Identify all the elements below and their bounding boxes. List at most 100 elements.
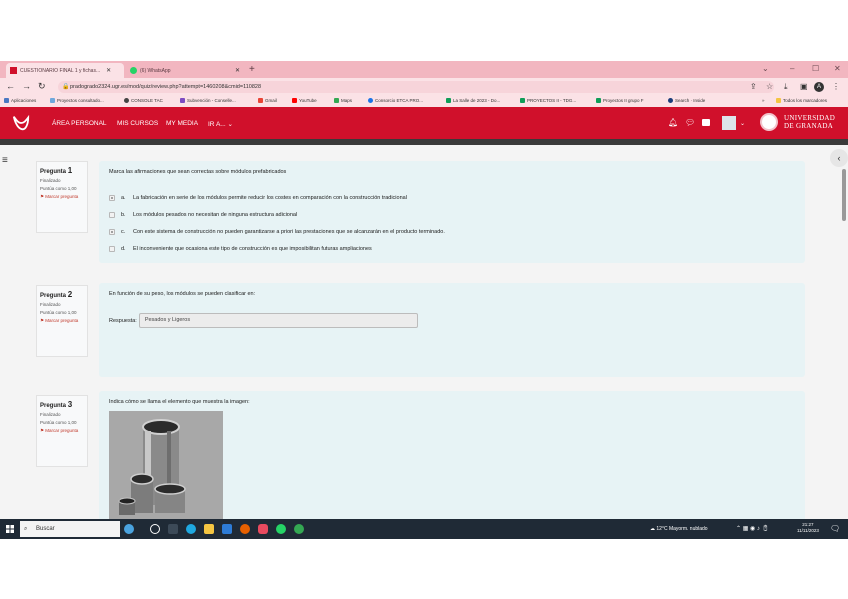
bookmark-item[interactable]: Proyectos consultado... bbox=[50, 98, 104, 103]
whatsapp-favicon-icon bbox=[130, 67, 137, 74]
whatsapp-icon[interactable] bbox=[276, 524, 286, 534]
user-avatar[interactable] bbox=[722, 116, 736, 130]
reload-icon[interactable]: ↻ bbox=[38, 81, 46, 92]
answer-option[interactable]: d. El inconveniente que ocasiona este tip… bbox=[109, 240, 795, 257]
star-icon[interactable]: ☆ bbox=[766, 82, 773, 91]
bookmark-item[interactable]: Gmail bbox=[258, 98, 277, 103]
windows-taskbar: ⌕ Buscar ☁ 12°C Mayorm. nublado ⌃ ▦ ◉ ♪ … bbox=[0, 519, 848, 539]
snap-icon[interactable] bbox=[168, 524, 178, 534]
tab-whatsapp[interactable]: (6) WhatsApp ✕ bbox=[126, 63, 244, 78]
question-status: Finalizado bbox=[40, 412, 61, 417]
checkbox[interactable] bbox=[109, 194, 115, 201]
system-tray-icons[interactable]: ⌃ ▦ ◉ ♪ 🔋︎ bbox=[736, 525, 769, 532]
bookmark-item[interactable]: Proyectos II grupo F bbox=[596, 98, 644, 103]
maps-icon bbox=[334, 98, 339, 103]
menu-kebab-icon[interactable]: ⋮ bbox=[832, 82, 840, 91]
url-bar[interactable]: 🔒 pradogrado2324.ugr.es/mod/quiz/review.… bbox=[58, 81, 774, 93]
chrome-icon[interactable] bbox=[294, 524, 304, 534]
file-explorer-icon[interactable] bbox=[204, 524, 214, 534]
bookmarks-bar: Aplicaciones Proyectos consultado... CON… bbox=[0, 96, 848, 107]
store-icon[interactable] bbox=[222, 524, 232, 534]
apps-icon bbox=[4, 98, 9, 103]
ugr-seal-icon bbox=[760, 113, 778, 131]
nav-area-personal[interactable]: ÁREA PERSONAL bbox=[52, 120, 107, 127]
notifications-bell-icon[interactable]: 🔔︎ bbox=[668, 118, 678, 127]
sidepanel-icon[interactable]: ▣ bbox=[800, 82, 808, 91]
tab-quiz[interactable]: CUESTIONARIO FINAL 1 y fichas... ✕ bbox=[6, 63, 124, 78]
address-toolbar: ← → ↻ 🔒 pradogrado2324.ugr.es/mod/quiz/r… bbox=[0, 78, 848, 96]
new-tab-button[interactable]: + bbox=[249, 63, 255, 76]
scrollbar[interactable] bbox=[842, 169, 846, 221]
forward-icon[interactable]: → bbox=[22, 81, 31, 91]
chevron-down-icon[interactable]: ⌄ bbox=[740, 120, 745, 127]
bookmark-item[interactable]: YouTube bbox=[292, 98, 317, 103]
flag-question-link[interactable]: ⚑ Marcar pregunta bbox=[40, 194, 84, 200]
youtube-icon bbox=[292, 98, 297, 103]
back-icon[interactable]: ← bbox=[6, 81, 15, 91]
profile-avatar-icon[interactable]: A bbox=[814, 82, 824, 92]
quiz-review-page: ≡ ‹ Pregunta 1 Finalizado Puntúa como 1,… bbox=[0, 145, 848, 519]
drive-icon bbox=[446, 98, 451, 103]
nav-my-media[interactable]: MY MEDIA bbox=[166, 120, 198, 127]
edge-icon[interactable] bbox=[186, 524, 196, 534]
question-info-1: Pregunta 1 Finalizado Puntúa como 1,00 ⚑… bbox=[36, 161, 88, 233]
bookmark-item[interactable]: Subvención - Conselle... bbox=[180, 98, 236, 103]
answer-option[interactable]: b. Los módulos pesados no necesitan de ni… bbox=[109, 206, 795, 223]
question-score: Puntúa como 1,00 bbox=[40, 186, 77, 191]
university-name: UNIVERSIDAD DE GRANADA bbox=[784, 114, 836, 130]
share-icon[interactable]: ⇪ bbox=[750, 82, 757, 91]
question-text: En función de su peso, los módulos se pu… bbox=[109, 291, 256, 297]
maximize-button[interactable]: ☐ bbox=[812, 64, 819, 73]
windows-start-icon[interactable] bbox=[6, 525, 14, 533]
answer-label: Respuesta: bbox=[109, 317, 137, 324]
steel-tubes-image bbox=[109, 411, 223, 519]
drive-icon bbox=[596, 98, 601, 103]
bookmark-item[interactable]: Todos los marcadores bbox=[776, 98, 827, 103]
widget-icon[interactable] bbox=[124, 524, 134, 534]
close-tab-icon[interactable]: ✕ bbox=[106, 67, 111, 74]
bookmark-item[interactable]: Search · Inside bbox=[668, 98, 705, 103]
close-window-button[interactable]: ✕ bbox=[834, 64, 841, 73]
question-content-3: Indica cómo se llama el elemento que mue… bbox=[99, 391, 805, 519]
answer-option[interactable]: c. Con este sistema de construcción no pu… bbox=[109, 223, 795, 240]
bookmark-favicon-icon bbox=[124, 98, 129, 103]
checkbox[interactable] bbox=[109, 228, 115, 235]
messages-icon[interactable]: 💬︎ bbox=[685, 118, 695, 127]
answer-input[interactable]: Pesados y Ligeros bbox=[138, 313, 418, 328]
gmail-icon bbox=[258, 98, 263, 103]
question-number: Pregunta 3 bbox=[40, 400, 73, 409]
firefox-icon[interactable] bbox=[240, 524, 250, 534]
tab-search-icon[interactable]: ⌄ bbox=[762, 64, 769, 73]
answer-option[interactable]: a. La fabricación en serie de los módulos… bbox=[109, 189, 795, 206]
course-index-drawer-icon[interactable]: ≡ bbox=[2, 155, 8, 166]
bookmark-item[interactable]: La Salle de 2023 - Do... bbox=[446, 98, 500, 103]
task-view-icon[interactable] bbox=[150, 524, 160, 534]
question-info-3: Pregunta 3 Finalizado Puntúa como 1,00 ⚑… bbox=[36, 395, 88, 467]
prado-logo-icon[interactable] bbox=[12, 114, 30, 132]
checkbox[interactable] bbox=[109, 211, 115, 218]
drawer-toggle-icon[interactable] bbox=[702, 119, 710, 126]
bookmark-item[interactable]: CONSOLE TAC bbox=[124, 98, 163, 103]
weather-widget[interactable]: ☁ 12°C Mayorm. nublado bbox=[650, 526, 708, 532]
bookmark-item[interactable]: Maps bbox=[334, 98, 352, 103]
minimize-button[interactable]: – bbox=[790, 64, 794, 73]
taskbar-clock[interactable]: 21:27 11/11/2023 bbox=[797, 522, 819, 534]
close-tab-icon[interactable]: ✕ bbox=[235, 67, 240, 74]
question-number: Pregunta 1 bbox=[40, 166, 73, 175]
right-drawer-toggle[interactable]: ‹ bbox=[830, 149, 848, 167]
bookmark-item[interactable]: Aplicaciones bbox=[4, 98, 36, 103]
brave-icon[interactable] bbox=[258, 524, 268, 534]
bookmark-item[interactable]: PROYECTOS II - TDG... bbox=[520, 98, 576, 103]
bookmark-favicon-icon bbox=[180, 98, 185, 103]
flag-question-link[interactable]: ⚑ Marcar pregunta bbox=[40, 428, 84, 434]
question-text: Indica cómo se llama el elemento que mue… bbox=[109, 399, 250, 405]
notification-center-icon[interactable]: 🗨︎ bbox=[830, 524, 840, 533]
download-icon[interactable]: ⤓ bbox=[784, 82, 788, 92]
bookmark-item[interactable]: Consorcio ETCA PRO... bbox=[368, 98, 423, 103]
checkbox[interactable] bbox=[109, 245, 115, 252]
more-bookmarks-icon[interactable]: » bbox=[762, 98, 765, 103]
taskbar-search-input[interactable]: ⌕ Buscar bbox=[20, 521, 120, 537]
nav-mis-cursos[interactable]: MIS CURSOS bbox=[117, 120, 158, 127]
flag-question-link[interactable]: ⚑ Marcar pregunta bbox=[40, 318, 84, 324]
nav-ir-a[interactable]: IR A... ⌄ bbox=[208, 120, 233, 128]
